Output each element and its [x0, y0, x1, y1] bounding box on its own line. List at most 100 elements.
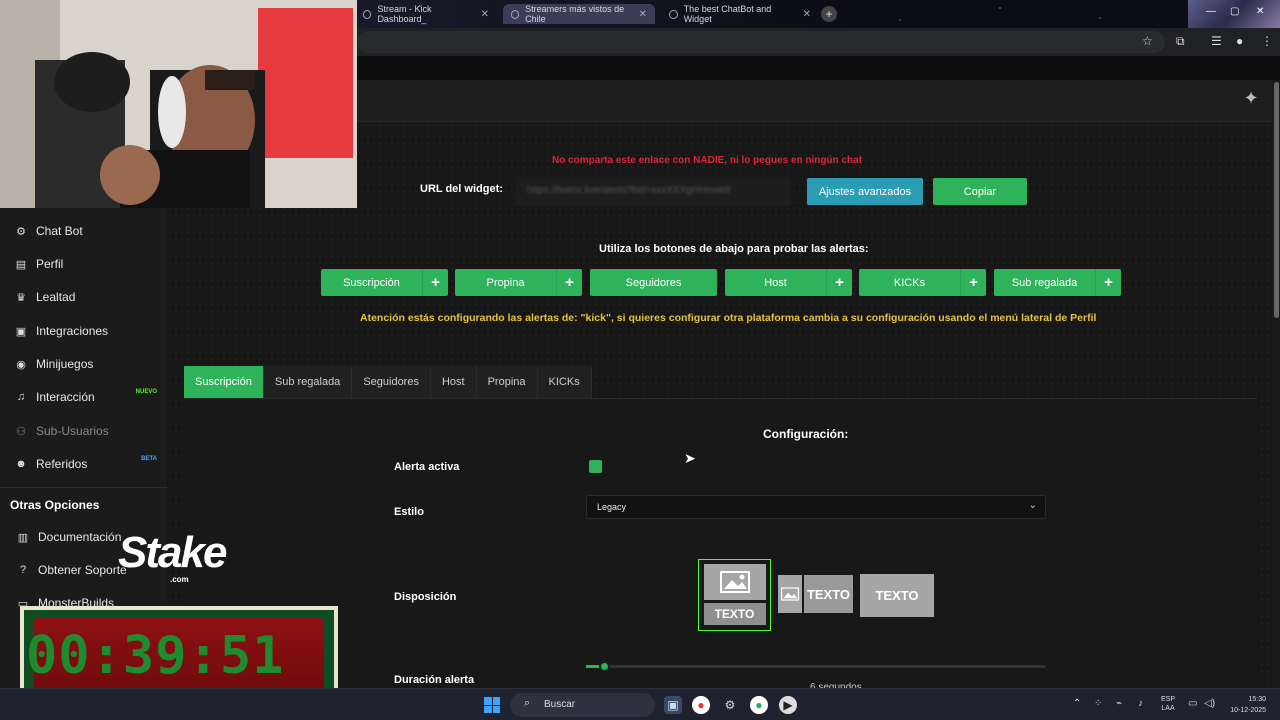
display-icon[interactable]: ▭	[1188, 698, 1197, 709]
style-select[interactable]: Legacy ⌄	[586, 495, 1046, 519]
plus-icon: +	[422, 269, 448, 296]
countdown-timer: 00:39:51	[26, 626, 285, 686]
tab-propina[interactable]: Propina	[476, 366, 538, 398]
star-icon[interactable]: ☆	[1142, 34, 1153, 48]
extensions-icon[interactable]: ⧉	[1176, 34, 1185, 49]
test-subscription-button[interactable]: Suscripción +	[321, 269, 448, 296]
tab-suscripcion[interactable]: Suscripción	[184, 366, 264, 398]
layout-text-sample: TEXTO	[703, 603, 766, 625]
settings-gear-icon[interactable]: ⚙	[721, 696, 739, 714]
clock-time: 15:30	[1248, 696, 1266, 703]
alert-config-tabs: Suscripción Sub regalada Seguidores Host…	[184, 366, 592, 398]
chrome-active-icon[interactable]: ●	[750, 696, 768, 714]
network-icon[interactable]: ⌁	[1116, 698, 1122, 709]
taskbar-clock[interactable]: 15:30 10-12-2025	[1226, 694, 1266, 716]
windows-start-icon[interactable]	[484, 697, 500, 713]
test-gifted-sub-button[interactable]: Sub regalada +	[994, 269, 1121, 296]
profile-icon[interactable]: ●	[1236, 34, 1243, 48]
test-kicks-button[interactable]: KICKs +	[859, 269, 986, 296]
window-controls: — ▢ ✕	[1188, 0, 1280, 28]
tab-sub-regalada[interactable]: Sub regalada	[263, 366, 353, 398]
sidebar-item-interaccion[interactable]: ♫ Interacción NUEVO	[0, 382, 167, 412]
globe-favicon-icon	[511, 9, 520, 19]
taskbar-search[interactable]: ⌕ Buscar	[510, 693, 655, 717]
minimize-icon[interactable]: —	[1206, 6, 1216, 17]
volume-icon[interactable]: ◁)	[1204, 698, 1215, 709]
sidebar-item-lealtad[interactable]: ♛ Lealtad	[0, 282, 167, 312]
maximize-icon[interactable]: ▢	[1230, 6, 1239, 17]
new-tab-button[interactable]: +	[821, 6, 837, 22]
omnibox[interactable]	[357, 31, 1165, 53]
sidebar-item-sub-usuarios[interactable]: ⚇ Sub-Usuarios	[0, 416, 167, 446]
test-button-label: KICKs	[893, 276, 926, 289]
site-logo-icon[interactable]: ✦	[1236, 88, 1266, 114]
scrollbar-thumb[interactable]	[1274, 82, 1279, 318]
tab-kicks[interactable]: KICKs	[537, 366, 592, 398]
beta-badge: BETA	[141, 456, 157, 462]
test-tip-button[interactable]: Propina +	[455, 269, 582, 296]
sidebar-item-perfil[interactable]: ▤ Perfil	[0, 249, 167, 279]
style-selected-value: Legacy	[597, 502, 627, 512]
browser-tab-chatbot[interactable]: The best ChatBot and Widget ✕	[661, 4, 819, 24]
user-gear-icon: ⚇	[16, 425, 26, 438]
close-tab-icon[interactable]: ✕	[803, 9, 811, 20]
tray-apps-icon[interactable]: ⁘	[1094, 698, 1102, 709]
platform-attention-note: Atención estás configurando las alertas …	[360, 312, 1097, 324]
tab-title: Streamers más vistos de Chile	[525, 4, 625, 24]
robot-icon: ⚙	[16, 225, 26, 238]
language-indicator[interactable]: ESP LAA	[1161, 695, 1175, 713]
test-button-label: Suscripción	[343, 276, 400, 289]
test-host-button[interactable]: Host +	[725, 269, 852, 296]
advanced-settings-button[interactable]: Ajustes avanzados	[807, 178, 923, 205]
webcam-overlay	[0, 0, 357, 208]
menu-icon[interactable]: ⋮	[1261, 34, 1273, 48]
widget-url-label: URL del widget:	[420, 183, 503, 195]
browser-tab-streamers[interactable]: Streamers más vistos de Chile ✕	[503, 4, 655, 24]
tab-seguidores[interactable]: Seguidores	[352, 366, 431, 398]
sidebar-item-label: Perfil	[36, 257, 64, 271]
sidebar-item-chat-bot[interactable]: ⚙ Chat Bot	[0, 216, 167, 246]
duration-label: Duración alerta	[394, 674, 475, 686]
chrome-icon[interactable]: ●	[692, 696, 710, 714]
taskbar-search-label: Buscar	[544, 699, 576, 710]
image-placeholder-icon	[703, 564, 766, 600]
tray-chevron-icon[interactable]: ⌃	[1073, 698, 1081, 709]
test-button-label: Seguidores	[625, 276, 682, 289]
task-view-icon[interactable]: ▣	[664, 696, 682, 714]
search-icon: ⌕	[524, 697, 531, 709]
clock-date: 10-12-2025	[1230, 707, 1266, 714]
layout-option-side[interactable]: TEXTO	[778, 575, 853, 613]
layout-label: Disposición	[394, 591, 457, 603]
alert-active-checkbox[interactable]	[589, 460, 602, 473]
plus-icon: +	[826, 269, 852, 296]
plus-icon: +	[1095, 269, 1121, 296]
layout-option-stacked[interactable]: TEXTO	[698, 559, 771, 631]
sidebar-item-label: Sub-Usuarios	[36, 424, 109, 438]
test-button-label: Sub regalada	[1011, 276, 1078, 289]
duration-slider-track[interactable]	[586, 665, 1046, 668]
sidebar-item-label: Integraciones	[36, 324, 109, 338]
playlist-icon[interactable]: ☰	[1211, 34, 1222, 48]
browser-tab-kick-dashboard[interactable]: Stream - Kick Dashboard_ ✕	[355, 4, 497, 24]
tab-host[interactable]: Host	[430, 366, 477, 398]
duration-slider-handle[interactable]	[599, 661, 610, 672]
sidebar-item-minijuegos[interactable]: ◉ Minijuegos	[0, 349, 167, 379]
sidebar-item-integraciones[interactable]: ▣ Integraciones	[0, 316, 167, 346]
test-alerts-label: Utiliza los botones de abajo para probar…	[599, 243, 869, 255]
test-followers-button[interactable]: Seguidores	[590, 269, 717, 296]
close-tab-icon[interactable]: ✕	[639, 9, 647, 20]
sidebar-item-label: Minijuegos	[36, 357, 94, 371]
layout-option-overlay[interactable]: TEXTO	[860, 574, 934, 617]
sidebar-item-label: Chat Bot	[36, 224, 83, 238]
sidebar-item-label: Documentación	[38, 530, 122, 544]
copy-button[interactable]: Copiar	[933, 178, 1027, 205]
close-window-icon[interactable]: ✕	[1256, 6, 1264, 17]
tab-title: Stream - Kick Dashboard_	[377, 4, 432, 24]
microphone-icon[interactable]: ♪	[1138, 698, 1143, 709]
close-tab-icon[interactable]: ✕	[481, 9, 489, 20]
media-player-icon[interactable]: ▶	[779, 696, 797, 714]
sidebar-item-referidos[interactable]: ☻ Referidos BETA	[0, 449, 167, 479]
music-icon: ♫	[16, 391, 26, 403]
widget-url-field[interactable]: https://botrix.live/alerts?bid=xxxXXXgHH…	[516, 177, 791, 205]
test-button-label: Host	[764, 276, 787, 289]
